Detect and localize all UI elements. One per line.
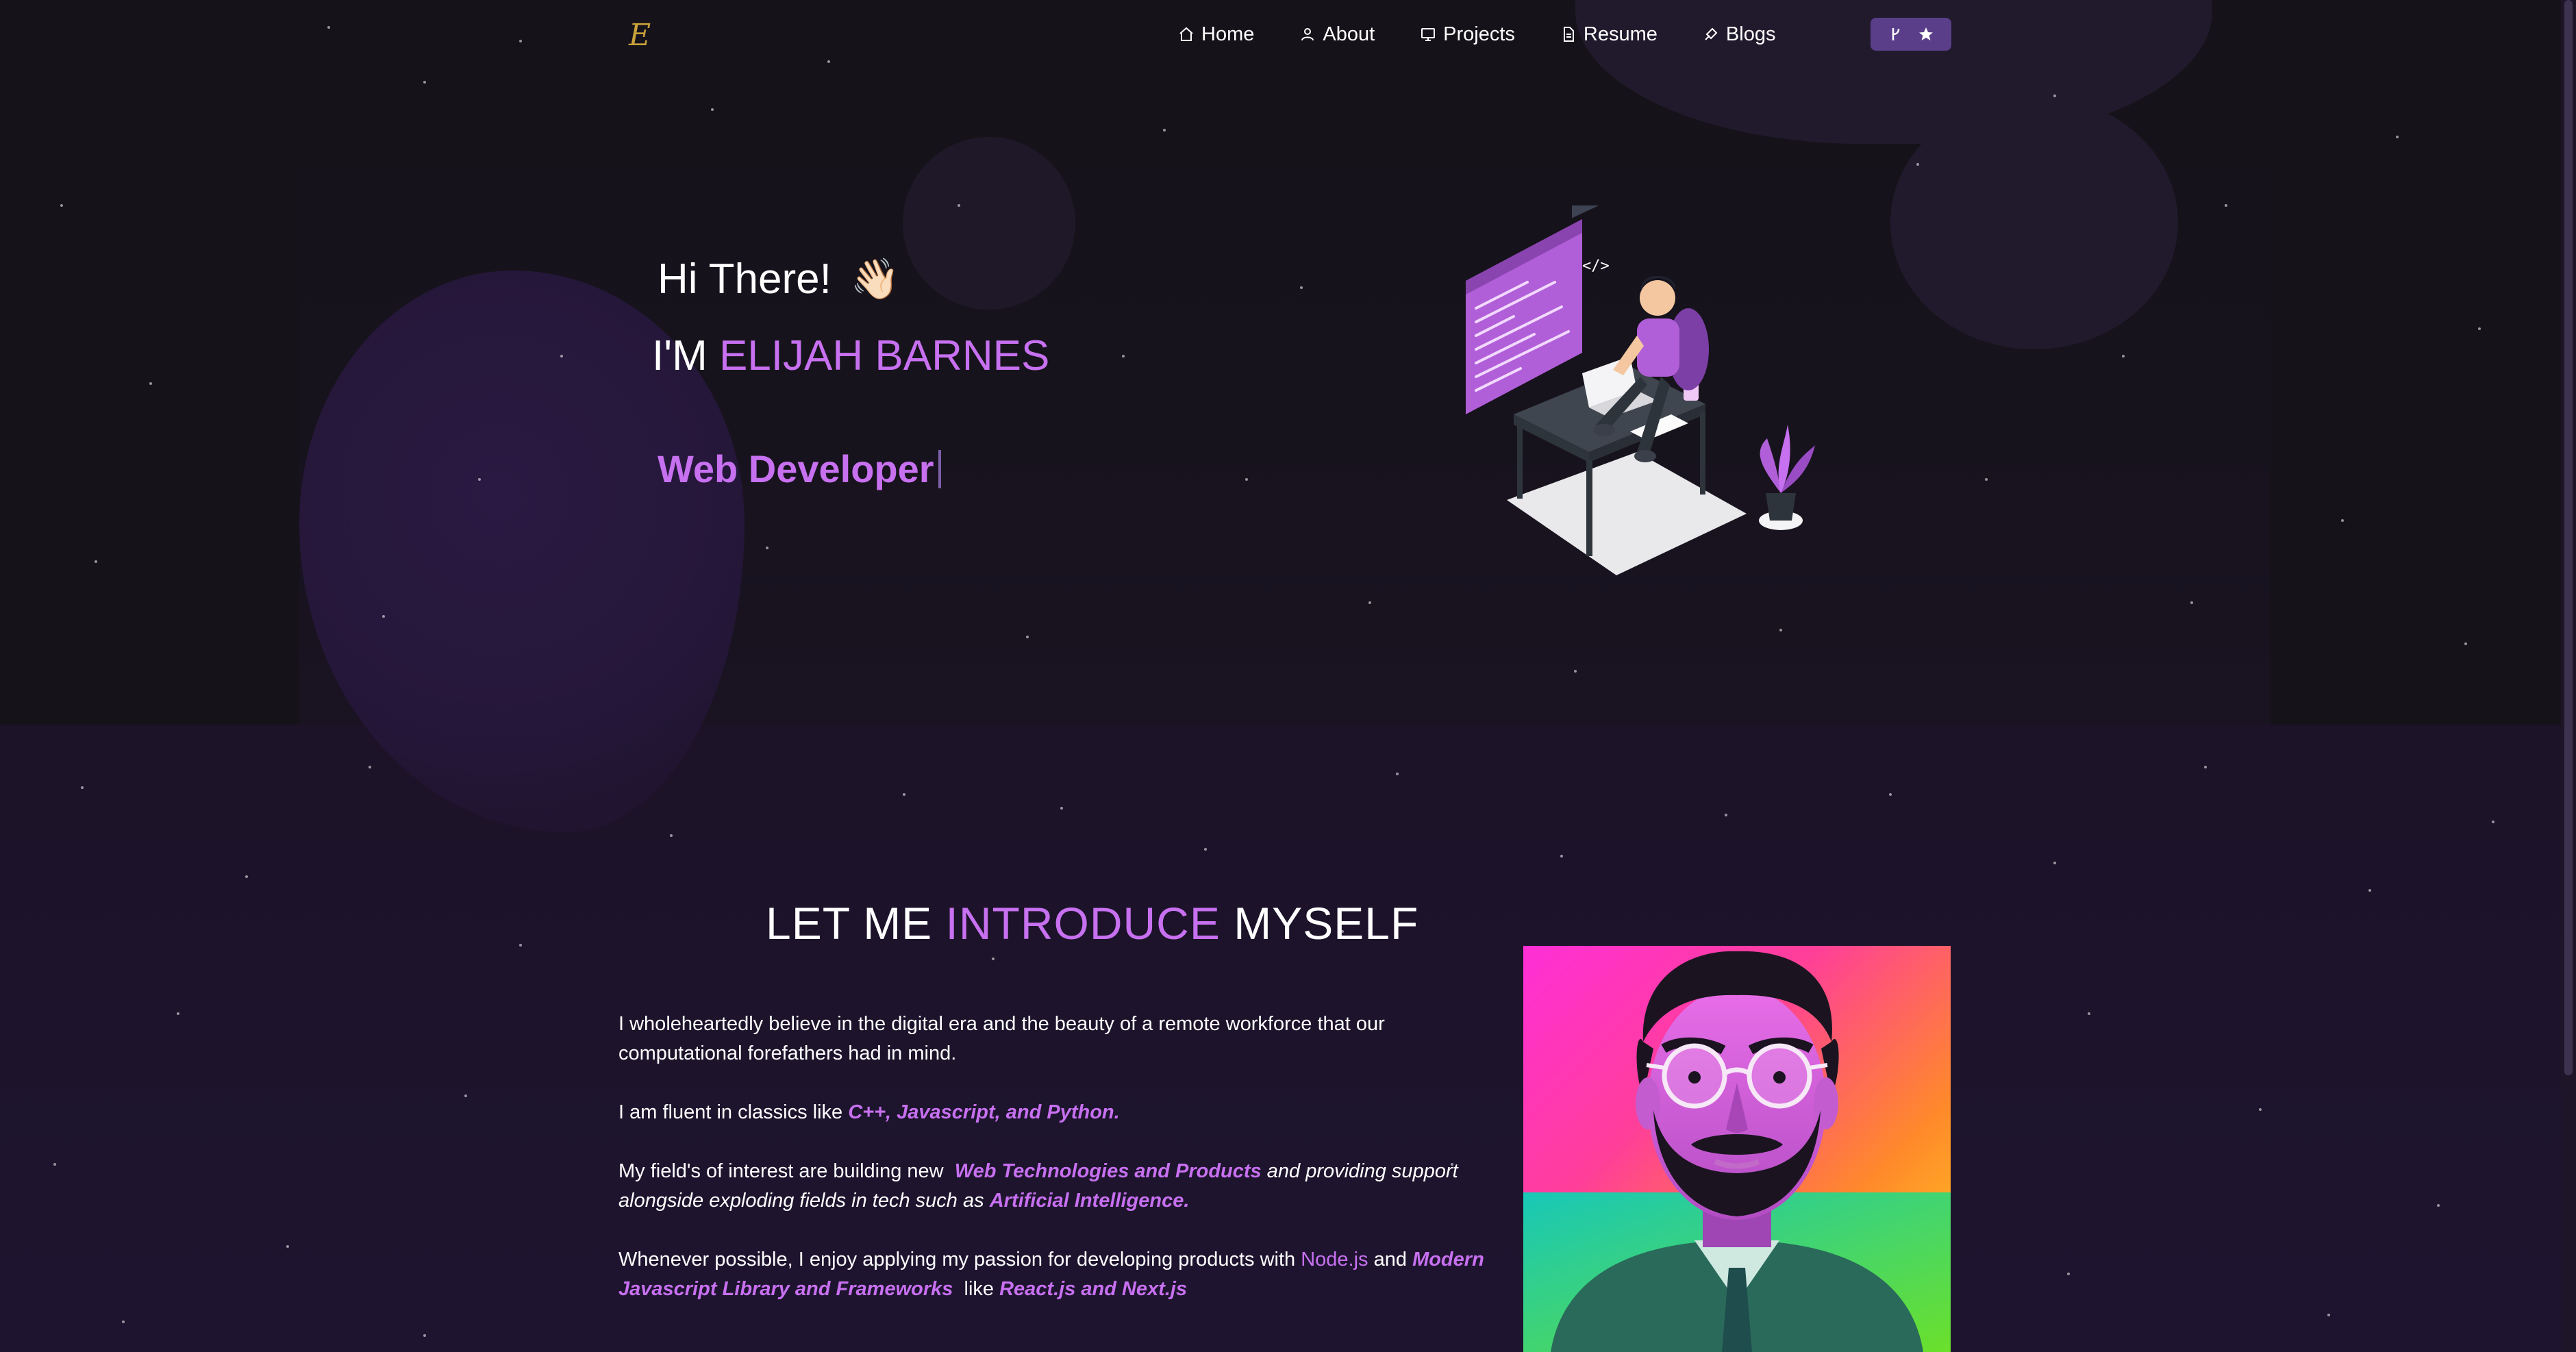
wave-emoji: 👋🏻	[850, 256, 901, 301]
nav-about[interactable]: About	[1299, 23, 1375, 46]
nodejs-highlight: Node.js	[1301, 1249, 1368, 1270]
nav-projects[interactable]: Projects	[1420, 23, 1515, 46]
intro-paragraph: I am fluent in classics like C++, Javasc…	[618, 1098, 1488, 1127]
intro-title: LET ME INTRODUCE MYSELF	[766, 897, 1418, 949]
nav-home[interactable]: Home	[1178, 23, 1254, 46]
developer-illustration: </>	[1466, 205, 1815, 575]
intro-body: I wholeheartedly believe in the digital …	[618, 1010, 1488, 1334]
intro-p3-text: My field's of interest are building new	[618, 1160, 944, 1182]
projects-icon	[1421, 28, 1436, 41]
star-icon	[1919, 27, 1933, 40]
nav-about-label: About	[1323, 23, 1375, 45]
intro-p4-and: and	[1373, 1249, 1407, 1270]
scrollbar[interactable]	[2561, 0, 2576, 1352]
hero-name-heading: I'M ELIJAH BARNES	[652, 331, 1049, 380]
nav-resume[interactable]: Resume	[1560, 23, 1658, 46]
hero-greeting: Hi There! 👋🏻	[658, 255, 900, 303]
github-star-button[interactable]	[1871, 18, 1951, 51]
web-tech-highlight: Web Technologies and Products	[954, 1160, 1262, 1182]
hero-name: ELIJAH BARNES	[718, 332, 1050, 379]
typing-cursor	[938, 449, 941, 488]
document-icon	[1563, 27, 1574, 42]
blog-icon	[1705, 27, 1718, 40]
typed-role-text: Web Developer	[658, 447, 934, 490]
intro-paragraph: I wholeheartedly believe in the digital …	[618, 1010, 1488, 1068]
intro-paragraph: My field's of interest are building new …	[618, 1157, 1488, 1216]
nav-blogs[interactable]: Blogs	[1703, 23, 1776, 46]
nav-home-label: Home	[1201, 23, 1255, 45]
intro-p4-text: Whenever possible, I enjoy applying my p…	[618, 1249, 1296, 1270]
ai-highlight: Artificial Intelligence.	[989, 1190, 1190, 1212]
intro-p2-text: I am fluent in classics like	[618, 1101, 843, 1123]
nav-resume-label: Resume	[1583, 23, 1658, 45]
intro-paragraph: Whenever possible, I enjoy applying my p…	[618, 1245, 1488, 1304]
intro-title-part3: MYSELF	[1234, 898, 1419, 949]
scrollbar-thumb[interactable]	[2564, 0, 2573, 1075]
intro-p4-like: like	[964, 1278, 995, 1300]
greeting-text: Hi There!	[658, 255, 831, 303]
avatar	[1523, 946, 1951, 1352]
nav-projects-label: Projects	[1443, 23, 1515, 45]
typed-role: Web Developer	[658, 447, 941, 491]
react-next-highlight: React.js and Next.js	[999, 1278, 1188, 1300]
svg-text:</>: </>	[1582, 258, 1610, 275]
intro-p1-text: I wholeheartedly believe in the digital …	[618, 1013, 1385, 1064]
nav-blogs-label: Blogs	[1725, 23, 1776, 45]
intro-title-accent: INTRODUCE	[945, 898, 1221, 949]
intro-title-part1: LET ME	[766, 898, 933, 949]
fork-icon	[1892, 28, 1900, 40]
user-icon	[1301, 28, 1314, 41]
im-prefix: I'M	[652, 332, 708, 379]
navbar: Home About Projects Resume Blogs	[1178, 16, 1821, 52]
languages-highlight: C++, Javascript, and Python.	[848, 1101, 1120, 1123]
home-icon	[1179, 27, 1193, 41]
site-logo[interactable]: E	[629, 18, 656, 53]
